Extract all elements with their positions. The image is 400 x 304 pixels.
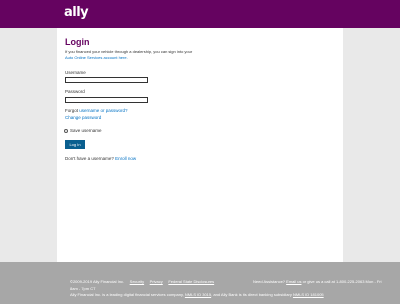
intro-text: If you financed your vehicle through a d… (65, 49, 245, 61)
nmls-3015-link[interactable]: NMLS ID 3015 (185, 292, 211, 297)
disclaimer-mid: , and Ally Bank is its direct banking su… (211, 292, 292, 297)
no-account-text: Don't have a username? (65, 156, 114, 161)
forgot-credentials-link[interactable]: username or password? (79, 108, 127, 113)
enroll-row: Don't have a username? Enroll now (65, 156, 136, 161)
intro-text-body: If you financed your vehicle through a d… (65, 49, 193, 54)
auto-online-services-link[interactable]: Auto Online Services account here. (65, 55, 128, 60)
change-password-row: Change password (65, 115, 101, 120)
change-password-link[interactable]: Change password (65, 115, 101, 120)
hours-text: 8am - 7pm CT (70, 286, 96, 291)
footer-links-row: ©2009-2019 Ally Financial Inc. Security … (70, 279, 214, 284)
assistance-row: Need Assistance? Email us or give us a c… (253, 279, 382, 284)
password-label: Password (65, 89, 85, 94)
save-username-label: Save username (70, 128, 102, 133)
nmls-181005-link[interactable]: NMLS ID 181005 (293, 292, 324, 297)
page-title: Login (65, 37, 90, 47)
email-us-link[interactable]: Email us (286, 279, 301, 284)
security-link[interactable]: Security (130, 279, 144, 284)
ally-logo[interactable]: ally (64, 5, 89, 20)
disclosures-link[interactable]: Federal State Disclosures (168, 279, 214, 284)
top-header: ally (0, 0, 400, 28)
call-text: or give us a call at 1-800-225-2063 Mon … (302, 279, 382, 284)
save-username-checkbox[interactable] (64, 128, 68, 133)
enroll-now-link[interactable]: Enroll now (115, 156, 136, 161)
save-username-row: Save username (64, 128, 102, 133)
assistance-text: Need Assistance? (253, 279, 286, 284)
copyright-text: ©2009-2019 Ally Financial Inc. (70, 279, 125, 284)
login-card (57, 28, 343, 262)
disclaimer-text: Ally Financial Inc. is a leading digital… (70, 292, 184, 297)
username-label: Username (65, 70, 86, 75)
privacy-link[interactable]: Privacy (150, 279, 163, 284)
forgot-row: Forgot username or password? (65, 108, 128, 113)
disclaimer-row: Ally Financial Inc. is a leading digital… (70, 292, 324, 297)
password-input[interactable] (65, 97, 148, 103)
forgot-prefix: Forgot (65, 108, 79, 113)
login-button[interactable]: Log In (65, 140, 85, 149)
username-input[interactable] (65, 77, 148, 83)
